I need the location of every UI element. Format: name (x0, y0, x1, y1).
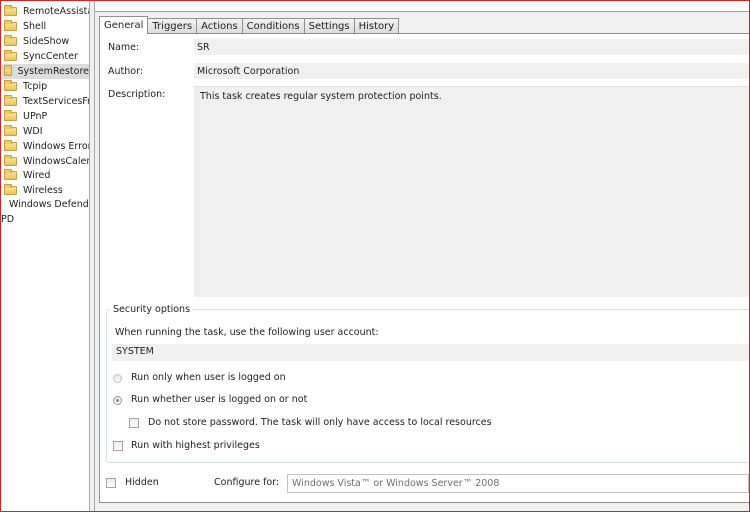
general-tab-panel: Name: SR Author: Microsoft Corporation D… (99, 33, 750, 503)
tree-folder-label: SyncCenter (23, 51, 78, 62)
tab-actions[interactable]: Actions (196, 18, 243, 34)
folder-icon (4, 140, 17, 151)
properties-tab-strip: General Triggers Actions Conditions Sett… (99, 16, 400, 34)
tree-folder-label: Shell (23, 21, 47, 32)
tab-conditions[interactable]: Conditions (241, 18, 305, 34)
checkbox-do-not-store-password[interactable] (129, 418, 139, 428)
task-folder-tree[interactable]: RemoteAssista Shell SideShow SyncCenter … (0, 0, 89, 512)
author-label: Author: (108, 66, 144, 77)
user-account-field[interactable]: SYSTEM (112, 344, 750, 361)
radio-run-logged-on-label[interactable]: Run only when user is logged on (131, 372, 286, 383)
folder-icon (4, 65, 12, 76)
description-label: Description: (108, 89, 166, 100)
tree-folder-shell[interactable]: Shell (4, 19, 46, 34)
tree-folder-upnp[interactable]: UPnP (4, 109, 47, 124)
task-properties-pane: General Triggers Actions Conditions Sett… (95, 0, 750, 512)
configure-for-select[interactable]: Windows Vista™ or Windows Server™ 2008 (287, 474, 749, 493)
tree-item-pd[interactable]: PD (1, 214, 14, 225)
radio-run-whether[interactable] (113, 396, 122, 405)
task-list-edge (95, 0, 750, 12)
checkbox-highest-privileges[interactable] (113, 441, 123, 451)
tree-folder-label: WindowsCaler (23, 156, 89, 167)
tree-folder-label: Wireless (23, 185, 63, 196)
tab-general[interactable]: General (99, 16, 149, 34)
folder-icon (4, 169, 17, 180)
tab-triggers[interactable]: Triggers (147, 18, 198, 34)
tree-folder-wired[interactable]: Wired (4, 168, 50, 183)
configure-for-label: Configure for: (214, 477, 280, 488)
tree-folder-windowscalendar[interactable]: WindowsCaler (4, 154, 89, 169)
folder-icon (4, 95, 17, 106)
checkbox-hidden-label[interactable]: Hidden (125, 477, 159, 488)
tree-folder-label: Windows Error (23, 141, 89, 152)
tab-settings[interactable]: Settings (303, 18, 355, 34)
tree-folder-label: SideShow (23, 36, 70, 47)
tree-folder-label: UPnP (23, 111, 48, 122)
tree-folder-synccenter[interactable]: SyncCenter (4, 49, 78, 64)
tree-folder-tcpip[interactable]: Tcpip (4, 79, 47, 94)
author-field[interactable]: Microsoft Corporation (194, 63, 750, 79)
tree-folder-windows-error[interactable]: Windows Error (4, 139, 89, 154)
account-prompt: When running the task, use the following… (115, 327, 379, 338)
tree-folder-label: TextServicesFra (23, 96, 89, 107)
tree-folder-systemrestore[interactable]: SystemRestore (2, 64, 89, 79)
folder-icon (4, 125, 17, 136)
tree-folder-label: Wired (23, 170, 51, 181)
tab-history[interactable]: History (353, 18, 400, 34)
folder-icon (4, 80, 17, 91)
folder-icon (4, 155, 17, 166)
tree-folder-label: WDI (23, 126, 43, 137)
name-label: Name: (108, 42, 140, 53)
radio-run-logged-on[interactable] (113, 374, 122, 383)
description-field[interactable]: This task creates regular system protect… (194, 86, 750, 297)
folder-icon (4, 184, 17, 195)
folder-icon (4, 5, 17, 16)
tree-folder-remoteassistance[interactable]: RemoteAssista (4, 4, 89, 19)
tree-folder-wdi[interactable]: WDI (4, 124, 43, 139)
tree-folder-label: Tcpip (23, 81, 48, 92)
folder-icon (4, 20, 17, 31)
tree-folder-label: RemoteAssista (23, 6, 89, 17)
checkbox-do-not-store-password-label[interactable]: Do not store password. The task will onl… (148, 417, 492, 428)
folder-icon (4, 110, 17, 121)
tree-folder-label: SystemRestore (17, 66, 89, 77)
checkbox-hidden[interactable] (106, 478, 116, 488)
folder-icon (4, 35, 17, 46)
folder-icon (4, 50, 17, 61)
security-options-title: Security options (110, 304, 194, 315)
tree-folder-wireless[interactable]: Wireless (4, 183, 63, 198)
tree-folder-textservicesframework[interactable]: TextServicesFra (4, 94, 89, 109)
radio-run-whether-label[interactable]: Run whether user is logged on or not (131, 394, 307, 405)
checkbox-highest-privileges-label[interactable]: Run with highest privileges (131, 440, 260, 451)
tree-item-windows-defender[interactable]: Windows Defende (9, 199, 89, 210)
tree-folder-sideshow[interactable]: SideShow (4, 34, 69, 49)
name-field[interactable]: SR (194, 39, 750, 55)
